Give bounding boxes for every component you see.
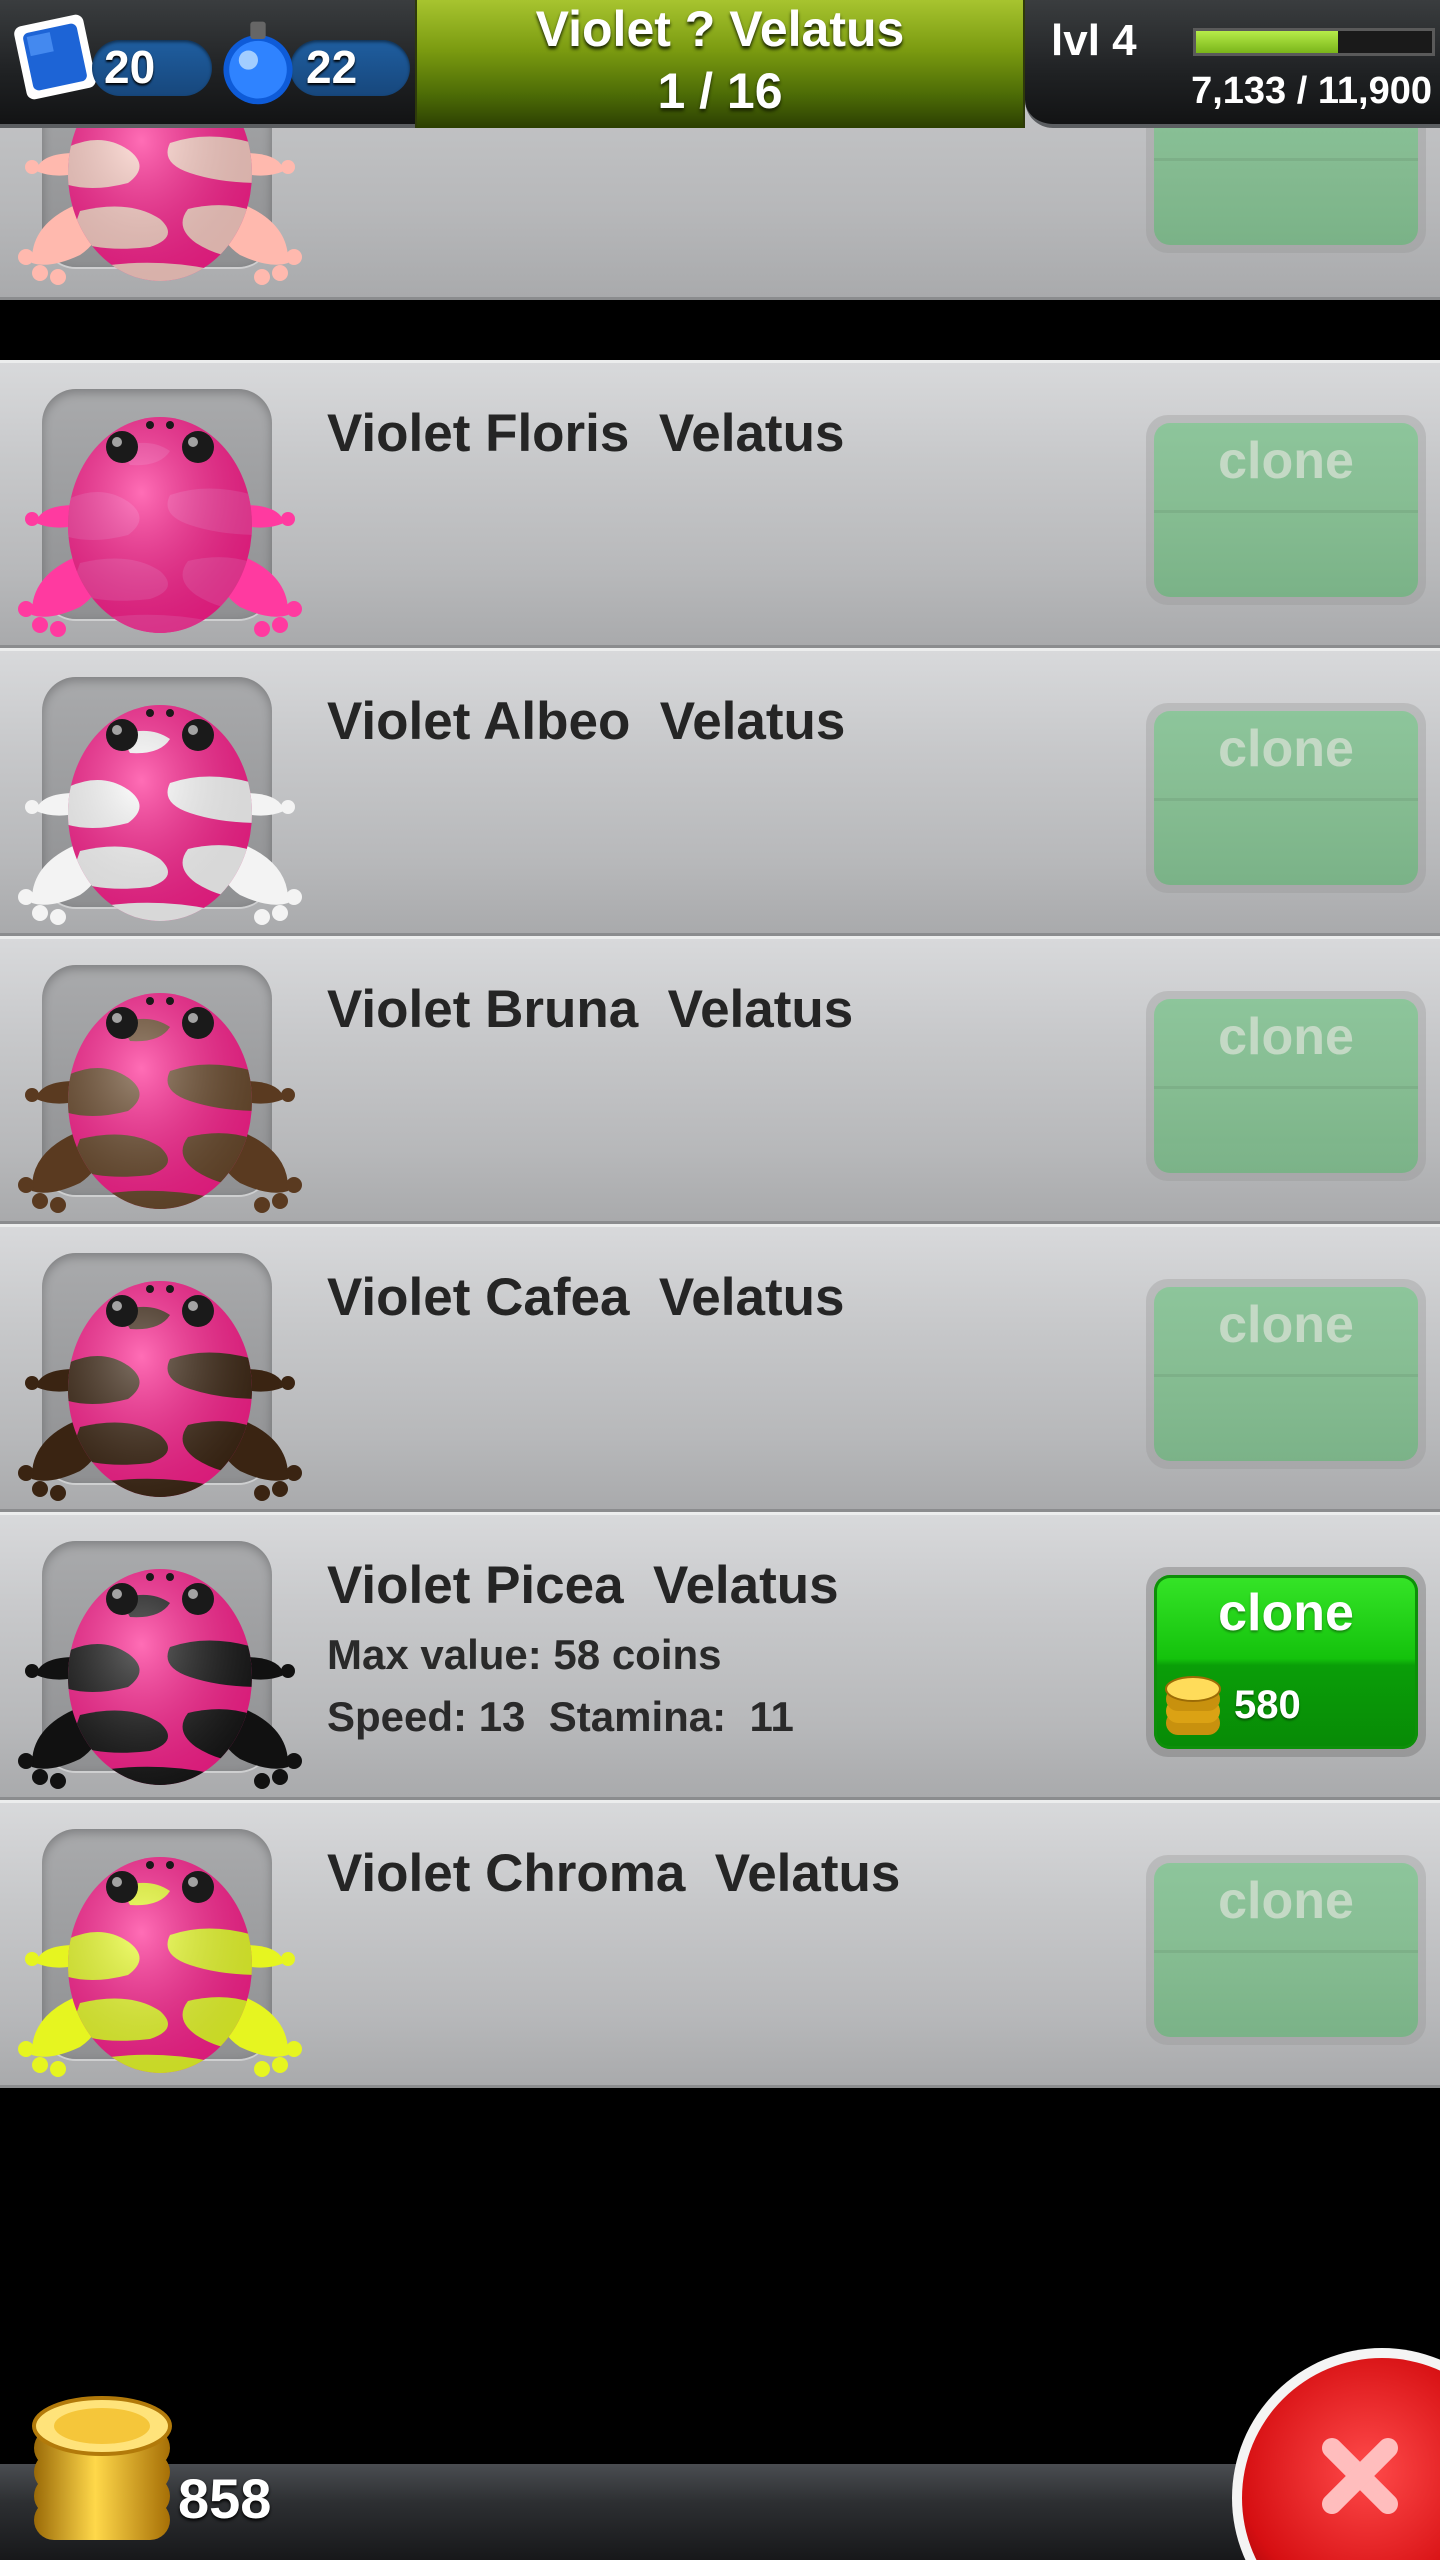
clone-label: clone (1218, 432, 1354, 490)
frog-row[interactable]: Violet Albeo Velatus clone (0, 648, 1440, 936)
frog-icon (18, 705, 302, 925)
potion-icon (223, 21, 293, 105)
stamps-count: 20 (104, 41, 156, 93)
clone-button-face[interactable]: clone (1154, 1287, 1418, 1461)
frog-icon (18, 1281, 302, 1501)
clone-button-face[interactable]: clone (1154, 1863, 1418, 2037)
frog-thumbnail (18, 677, 302, 925)
clone-button[interactable]: clone (1146, 415, 1426, 605)
clone-button[interactable]: clone (1146, 991, 1426, 1181)
coin-stack-icon (32, 2396, 172, 2540)
frog-icon (18, 1857, 302, 2077)
clone-label: clone (1218, 720, 1354, 778)
stamp-icon (14, 14, 96, 100)
frog-name: Violet Chroma Velatus (327, 1844, 901, 1903)
xp-bar (1193, 28, 1435, 56)
currency-panel: 20 22 (0, 0, 415, 128)
frog-row[interactable]: Violet Bruna Velatus clone (0, 936, 1440, 1224)
frog-row[interactable]: Violet Picea Velatus Max value: 58 coins S… (0, 1512, 1440, 1800)
frog-icon (18, 993, 302, 1213)
clone-divider (1154, 1086, 1418, 1089)
clone-label: clone (1218, 1584, 1354, 1642)
clone-button[interactable]: clone (1146, 1279, 1426, 1469)
clone-button-face[interactable]: clone (1154, 711, 1418, 885)
frog-name: Violet Cafea Velatus (327, 1268, 845, 1327)
clone-label: clone (1218, 1008, 1354, 1066)
xp-text: 7,133 / 11,900 (1191, 70, 1432, 112)
clone-divider (1154, 798, 1418, 801)
frog-speed-stamina: Speed: 13 Stamina: 11 (327, 1693, 794, 1740)
frog-row[interactable]: Violet Cafea Velatus clone (0, 1224, 1440, 1512)
frog-thumbnail (18, 1829, 302, 2077)
clone-button-face[interactable]: clone (1154, 423, 1418, 597)
top-bar: 20 22 Violet ? Velatus 1 / 16 lvl 4 7,13… (0, 0, 1440, 128)
potions-count: 22 (306, 41, 358, 93)
clone-button[interactable]: clone (1146, 1855, 1426, 2045)
clone-divider (1154, 158, 1418, 161)
frog-icon (18, 1569, 302, 1789)
coins-count: 858 (178, 2467, 272, 2530)
clone-label: clone (1218, 1872, 1354, 1930)
frog-thumbnail (18, 1541, 302, 1789)
clone-button-face[interactable]: clone (1154, 999, 1418, 1173)
clone-divider (1154, 1374, 1418, 1377)
coin-icon (1165, 1676, 1221, 1735)
frog-row[interactable]: Violet Chroma Velatus clone (0, 1800, 1440, 2088)
frog-max-value: Max value: 58 coins (327, 1631, 722, 1678)
frog-name: Violet Floris Velatus (327, 404, 845, 463)
frog-thumbnail (18, 389, 302, 637)
frog-thumbnail (18, 1253, 302, 1501)
clone-divider (1154, 1950, 1418, 1953)
frog-row[interactable]: Violet Floris Velatus clone (0, 360, 1440, 648)
collection-title: Violet ? Velatus (535, 1, 905, 57)
clone-button[interactable]: clone (1146, 703, 1426, 893)
clone-divider (1154, 510, 1418, 513)
level-label: lvl 4 (1051, 16, 1137, 65)
page-indicator: 1 / 16 (657, 63, 783, 119)
frog-thumbnail (18, 965, 302, 1213)
frog-name: Violet Picea Velatus (327, 1556, 839, 1615)
collection-title-panel: Violet ? Velatus 1 / 16 (415, 0, 1025, 128)
clone-label: clone (1218, 1296, 1354, 1354)
frog-name: Violet Albeo Velatus (327, 692, 846, 751)
close-button[interactable] (1222, 2338, 1440, 2560)
clone-divider (1154, 1662, 1418, 1665)
level-panel: lvl 4 7,133 / 11,900 (1025, 0, 1440, 128)
frog-icon (18, 417, 302, 637)
clone-button[interactable]: clone 580 (1146, 1567, 1426, 1757)
xp-bar-fill (1196, 31, 1338, 53)
frog-name: Violet Bruna Velatus (327, 980, 854, 1039)
clone-price: 580 (1234, 1683, 1301, 1727)
clone-button-face[interactable]: clone 580 (1154, 1575, 1418, 1749)
